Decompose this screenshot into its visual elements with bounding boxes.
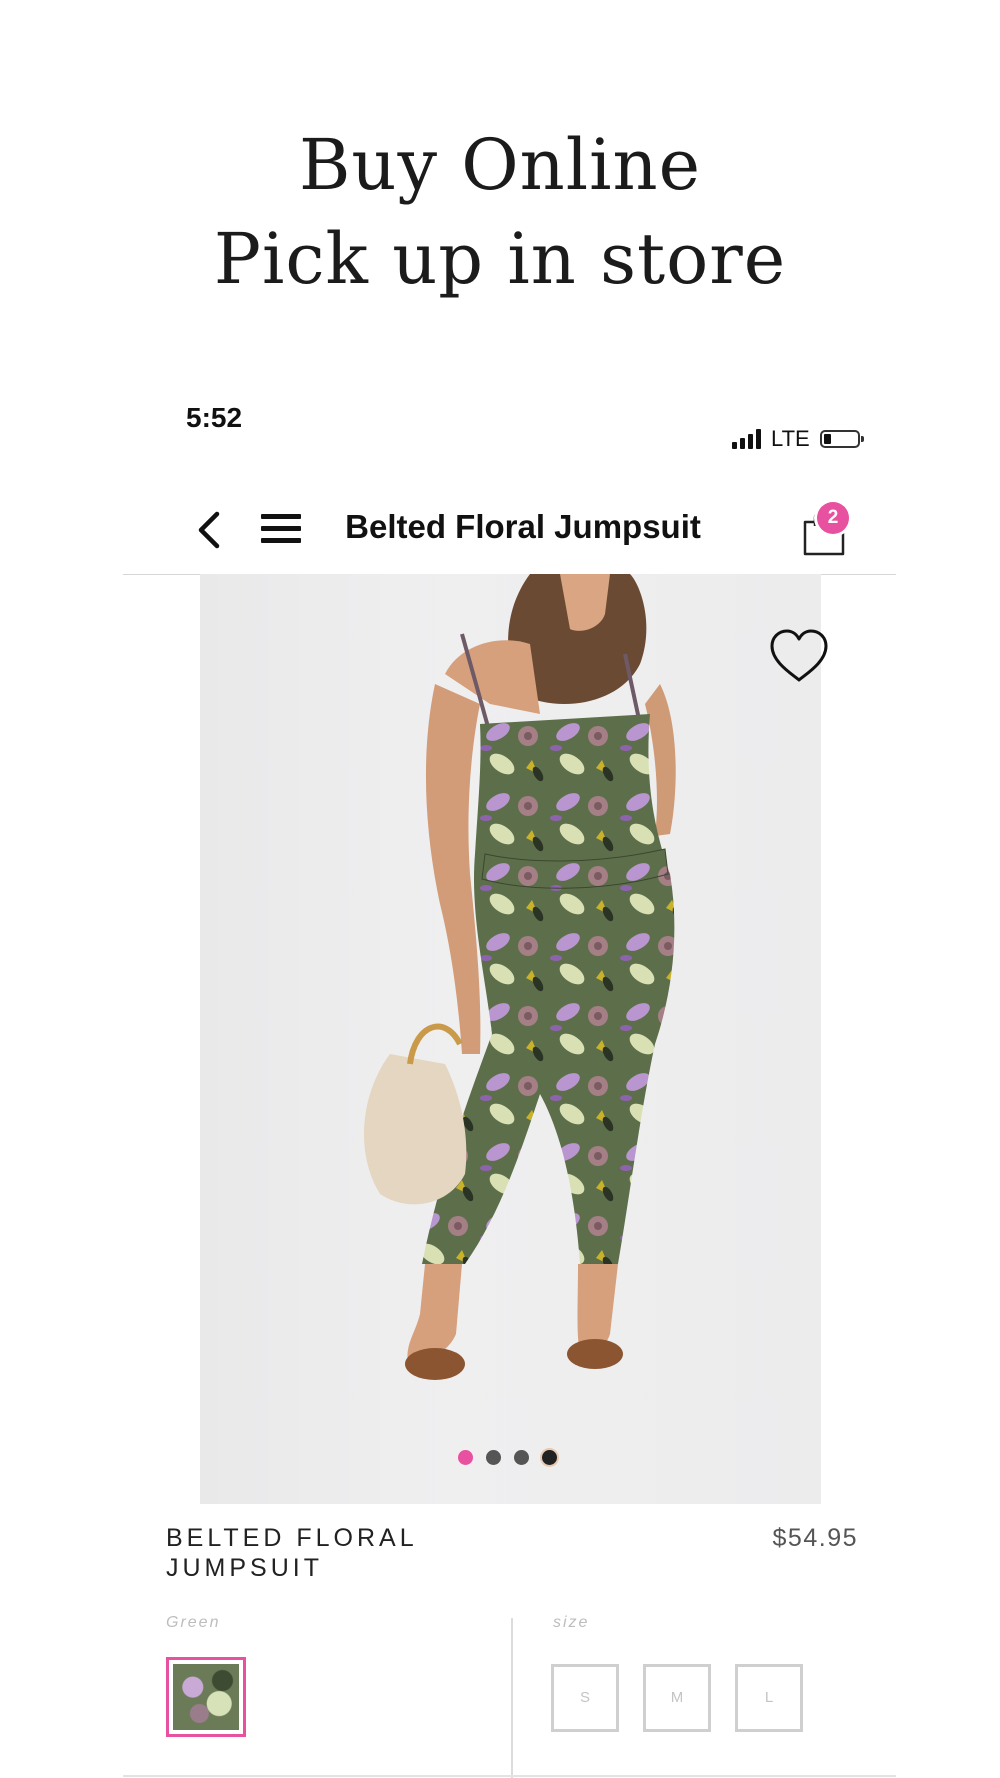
swatch-pattern	[173, 1664, 239, 1730]
product-price: $54.95	[772, 1524, 858, 1552]
color-swatch-green[interactable]	[166, 1657, 246, 1737]
carousel-dot[interactable]	[486, 1450, 501, 1465]
status-time: 5:52	[186, 402, 243, 433]
heart-outline-icon[interactable]	[768, 628, 830, 684]
color-label: Green	[166, 1614, 221, 1631]
promo-line-2: Pick up in store	[213, 218, 787, 300]
option-divider	[511, 1618, 513, 1778]
navigation-bar: Belted Floral Jumpsuit 2	[123, 488, 896, 575]
promo-line-1: Buy Online	[298, 124, 702, 206]
carousel-dot[interactable]	[514, 1450, 529, 1465]
page-title: Belted Floral Jumpsuit	[345, 508, 701, 545]
product-name-text: BELTED FLORAL JUMPSUIT	[166, 1524, 418, 1582]
hamburger-menu-icon[interactable]	[261, 514, 301, 548]
cart-count-badge: 2	[817, 502, 849, 534]
product-name: BELTED FLORAL JUMPSUIT	[166, 1523, 496, 1583]
status-indicators: LTE	[732, 424, 864, 454]
battery-icon	[819, 430, 864, 448]
chevron-left-icon[interactable]	[191, 510, 227, 550]
carousel-dot[interactable]	[458, 1450, 473, 1465]
carousel-dots	[458, 1450, 557, 1465]
bottom-divider	[123, 1775, 896, 1777]
model-illustration	[363, 574, 676, 1380]
carousel-dot[interactable]	[542, 1450, 557, 1465]
size-label: size	[553, 1614, 590, 1631]
size-button-l[interactable]: L	[735, 1664, 803, 1732]
network-label: LTE	[771, 426, 810, 451]
product-image[interactable]	[200, 574, 821, 1504]
size-button-s[interactable]: S	[551, 1664, 619, 1732]
signal-icon	[732, 429, 761, 449]
size-button-m[interactable]: M	[643, 1664, 711, 1732]
promo-headline: Buy Online Pick up in store	[0, 118, 1000, 306]
